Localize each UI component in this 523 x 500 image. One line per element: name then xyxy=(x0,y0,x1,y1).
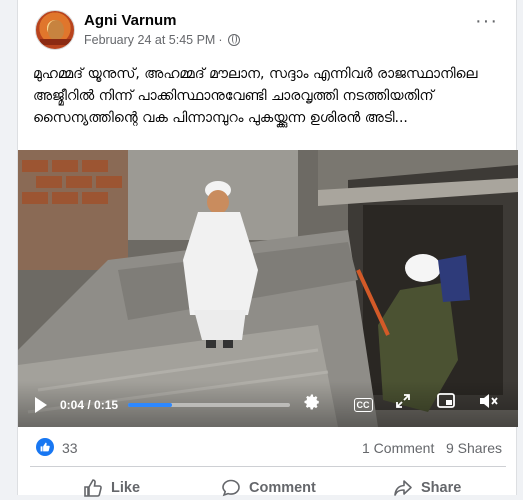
like-icon xyxy=(84,479,102,497)
fullscreen-icon[interactable] xyxy=(395,393,419,417)
pip-icon[interactable] xyxy=(437,393,461,417)
post-header: Agni Varnum February 24 at 5:45 PM · ··· xyxy=(18,0,516,58)
share-icon xyxy=(394,480,412,496)
time-total: 0:15 xyxy=(94,398,119,412)
like-button[interactable]: Like xyxy=(83,478,140,498)
avatar[interactable] xyxy=(35,10,75,50)
cc-icon[interactable]: CC xyxy=(351,393,375,417)
more-icon[interactable]: ··· xyxy=(475,11,498,31)
divider xyxy=(30,466,506,467)
cc-label: CC xyxy=(353,398,373,412)
progress-bar[interactable] xyxy=(128,403,290,407)
time-current: 0:04 xyxy=(60,398,85,412)
like-label: Like xyxy=(111,480,141,496)
video-player[interactable]: 0:04 / 0:15 CC xyxy=(18,150,518,427)
comment-button[interactable]: Comment xyxy=(221,478,316,498)
reactions-bar: 33 1 Comment 9 Shares xyxy=(18,433,516,459)
share-label: Share xyxy=(421,480,462,496)
like-reaction-icon[interactable] xyxy=(36,438,54,456)
comments-count[interactable]: 1 Comment xyxy=(362,440,434,456)
meta-separator: · xyxy=(218,33,223,47)
post-card: Agni Varnum February 24 at 5:45 PM · ···… xyxy=(17,0,518,497)
globe-icon[interactable] xyxy=(227,34,240,46)
progress-fill xyxy=(128,403,172,407)
volume-icon[interactable] xyxy=(479,393,503,417)
video-time: 0:04 / 0:15 xyxy=(60,398,118,412)
settings-icon[interactable] xyxy=(303,393,327,417)
shares-count[interactable]: 9 Shares xyxy=(446,440,502,456)
comment-icon xyxy=(222,479,240,497)
share-button[interactable]: Share xyxy=(393,478,461,498)
comment-label: Comment xyxy=(249,480,316,496)
author-name[interactable]: Agni Varnum xyxy=(84,12,177,29)
play-icon[interactable] xyxy=(35,397,47,413)
post-date[interactable]: February 24 at 5:45 PM xyxy=(84,33,215,47)
reaction-count[interactable]: 33 xyxy=(62,440,78,456)
post-meta: February 24 at 5:45 PM · xyxy=(84,33,240,47)
time-separator: / xyxy=(84,398,95,412)
action-bar: Like Comment Share xyxy=(18,470,516,500)
video-controls: 0:04 / 0:15 CC xyxy=(18,381,518,427)
post-text: മുഹമ്മദ് യൂനുസ്, അഹമ്മദ് മൗലാന, സദ്ദാം എ… xyxy=(33,66,478,126)
